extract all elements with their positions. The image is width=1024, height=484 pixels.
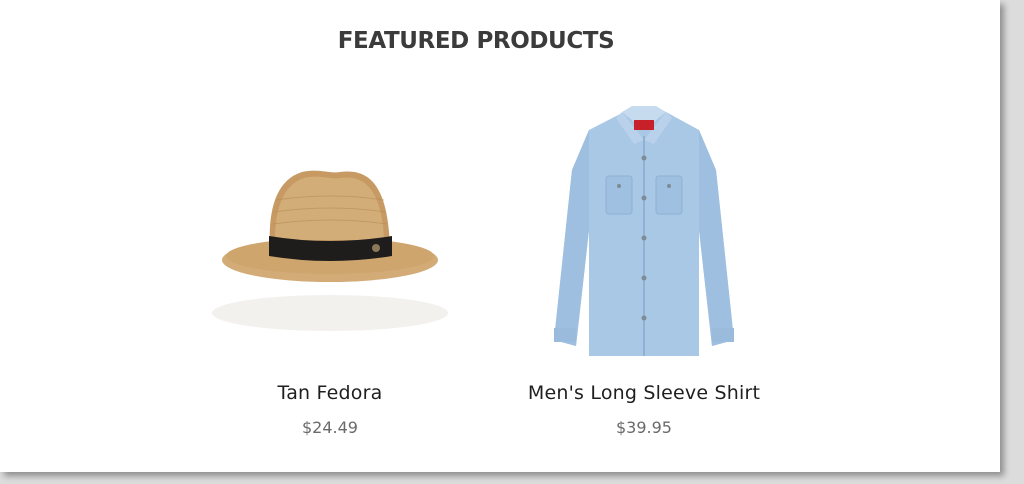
- section-title: FEATURED PRODUCTS: [337, 28, 615, 54]
- product-name[interactable]: Tan Fedora: [180, 382, 480, 404]
- product-card: Tan Fedora $24.49: [180, 100, 480, 437]
- featured-products-section: FEATURED PRODUCTS Tan Fedora $24.49 Men'…: [0, 0, 1000, 472]
- product-price: $39.95: [616, 418, 672, 437]
- product-image[interactable]: [494, 100, 794, 362]
- product-image[interactable]: [180, 100, 480, 362]
- fedora-hat-icon: [212, 170, 448, 331]
- product-name[interactable]: Men's Long Sleeve Shirt: [494, 382, 794, 404]
- long-sleeve-shirt-icon: [554, 106, 734, 356]
- product-price: $24.49: [302, 418, 358, 437]
- product-card: Men's Long Sleeve Shirt $39.95: [494, 100, 794, 437]
